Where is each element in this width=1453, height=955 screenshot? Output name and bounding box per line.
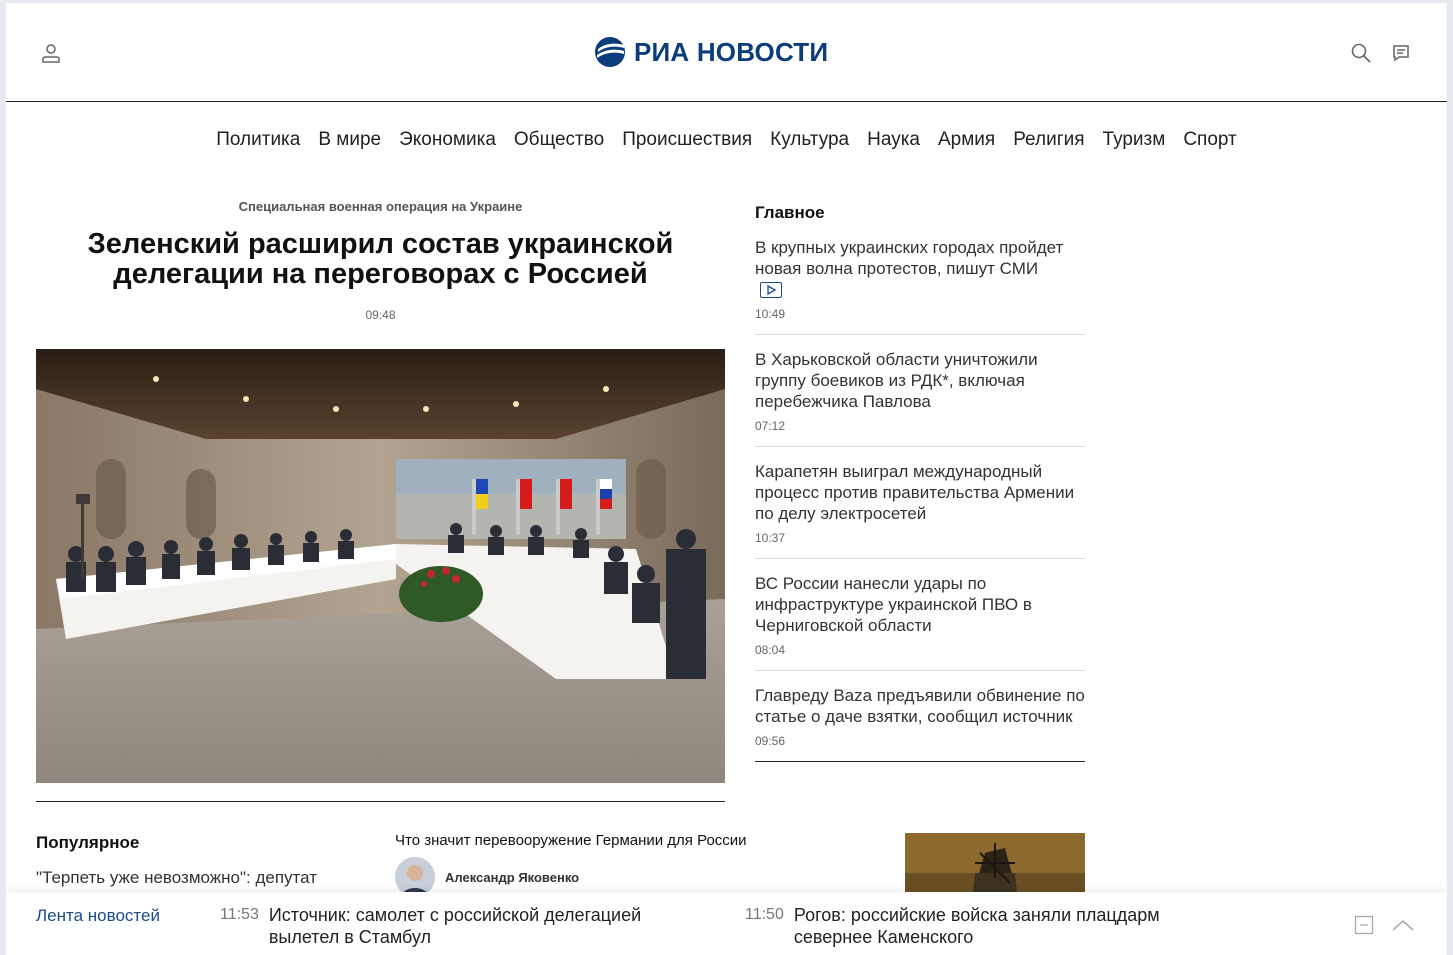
- main-news-item[interactable]: В Харьковской области уничтожили группу …: [755, 335, 1085, 447]
- ria-logo[interactable]: РИА НОВОСТИ: [594, 34, 828, 70]
- main-news-time: 10:49: [755, 307, 786, 321]
- main-news-time: 07:12: [755, 419, 786, 433]
- chevron-up-icon[interactable]: [1390, 912, 1416, 938]
- nav-item-society[interactable]: Общество: [514, 129, 604, 151]
- nav-item-army[interactable]: Армия: [938, 129, 995, 151]
- lead-photo[interactable]: [36, 349, 725, 783]
- main-news-title: В крупных украинских городах пройдет нов…: [755, 238, 1064, 278]
- nav-item-world[interactable]: В мире: [318, 129, 381, 151]
- ribbon-news-item[interactable]: 11:53 Источник: самолет с российской дел…: [220, 904, 669, 948]
- lead-divider: [36, 801, 725, 802]
- site-header: РИА НОВОСТИ: [6, 3, 1447, 102]
- author-name: Александр Яковенко: [445, 869, 580, 885]
- main-news-time: 10:37: [755, 531, 786, 545]
- ribbon-news-title: Рогов: российские войска заняли плацдарм…: [793, 905, 1160, 947]
- nav-item-science[interactable]: Наука: [867, 129, 920, 151]
- opinion-title[interactable]: Что значит перевооружение Германии для Р…: [395, 832, 875, 849]
- author[interactable]: Александр Яковенко: [395, 857, 875, 897]
- ribbon-news-title: Источник: самолет с российской делегацие…: [268, 905, 642, 947]
- main-news-item[interactable]: В крупных украинских городах пройдет нов…: [755, 233, 1085, 335]
- nav-item-sport[interactable]: Спорт: [1183, 129, 1236, 151]
- popular-item[interactable]: "Терпеть уже невозможно": депутат: [36, 868, 356, 888]
- section-nav: Политика В мире Экономика Общество Проис…: [6, 129, 1447, 151]
- lead-article: Специальная военная операция на Украине …: [36, 199, 725, 783]
- main-news-time: 08:04: [755, 643, 786, 657]
- main-news-title: В Харьковской области уничтожили группу …: [755, 350, 1038, 411]
- main-news-item[interactable]: Главреду Baza предъявили обвинение по ст…: [755, 671, 1085, 762]
- nav-item-incidents[interactable]: Происшествия: [622, 129, 752, 151]
- main-news-title: ВС России нанесли удары по инфраструктур…: [755, 574, 1032, 635]
- opinion-block: Что значит перевооружение Германии для Р…: [395, 832, 875, 897]
- lead-time: 09:48: [365, 308, 396, 322]
- logo-text: РИА НОВОСТИ: [634, 36, 829, 67]
- nav-item-religion[interactable]: Религия: [1013, 129, 1084, 151]
- main-news-title: Главреду Baza предъявили обвинение по ст…: [755, 686, 1085, 726]
- main-news-item[interactable]: ВС России нанесли удары по инфраструктур…: [755, 559, 1085, 671]
- popular-block: Популярное "Терпеть уже невозможно": деп…: [36, 833, 356, 888]
- ribbon-news-time: 11:53: [220, 906, 259, 923]
- nav-item-culture[interactable]: Культура: [770, 129, 849, 151]
- main-news-title: Карапетян выиграл международный процесс …: [755, 462, 1075, 523]
- nav-item-politics[interactable]: Политика: [216, 129, 300, 151]
- news-ribbon-label[interactable]: Лента новостей: [36, 906, 160, 926]
- minimize-icon[interactable]: [1351, 912, 1377, 938]
- nav-item-economy[interactable]: Экономика: [399, 129, 496, 151]
- chat-icon[interactable]: [1386, 38, 1416, 68]
- page: РИА НОВОСТИ Политика В мире Экономика Об…: [6, 3, 1447, 955]
- news-ribbon: Лента новостей 11:53 Источник: самолет с…: [6, 892, 1447, 955]
- lead-rubric[interactable]: Специальная военная операция на Украине: [36, 199, 725, 214]
- main-news-heading: Главное: [755, 203, 825, 222]
- main-news: Главное В крупных украинских городах про…: [755, 203, 1085, 762]
- avatar: [395, 857, 435, 897]
- ria-logo-emblem: [595, 37, 625, 67]
- ribbon-news-time: 11:50: [745, 906, 784, 923]
- main-news-time: 09:56: [755, 734, 786, 748]
- popular-heading: Популярное: [36, 833, 140, 852]
- main-news-item[interactable]: Карапетян выиграл международный процесс …: [755, 447, 1085, 559]
- nav-item-tourism[interactable]: Туризм: [1103, 129, 1166, 151]
- video-icon: [760, 282, 782, 298]
- ribbon-news-item[interactable]: 11:50 Рогов: российские войска заняли пл…: [745, 904, 1194, 948]
- user-icon[interactable]: [36, 38, 66, 68]
- lead-title[interactable]: Зеленский расширил состав украинской дел…: [36, 229, 725, 289]
- search-icon[interactable]: [1346, 38, 1376, 68]
